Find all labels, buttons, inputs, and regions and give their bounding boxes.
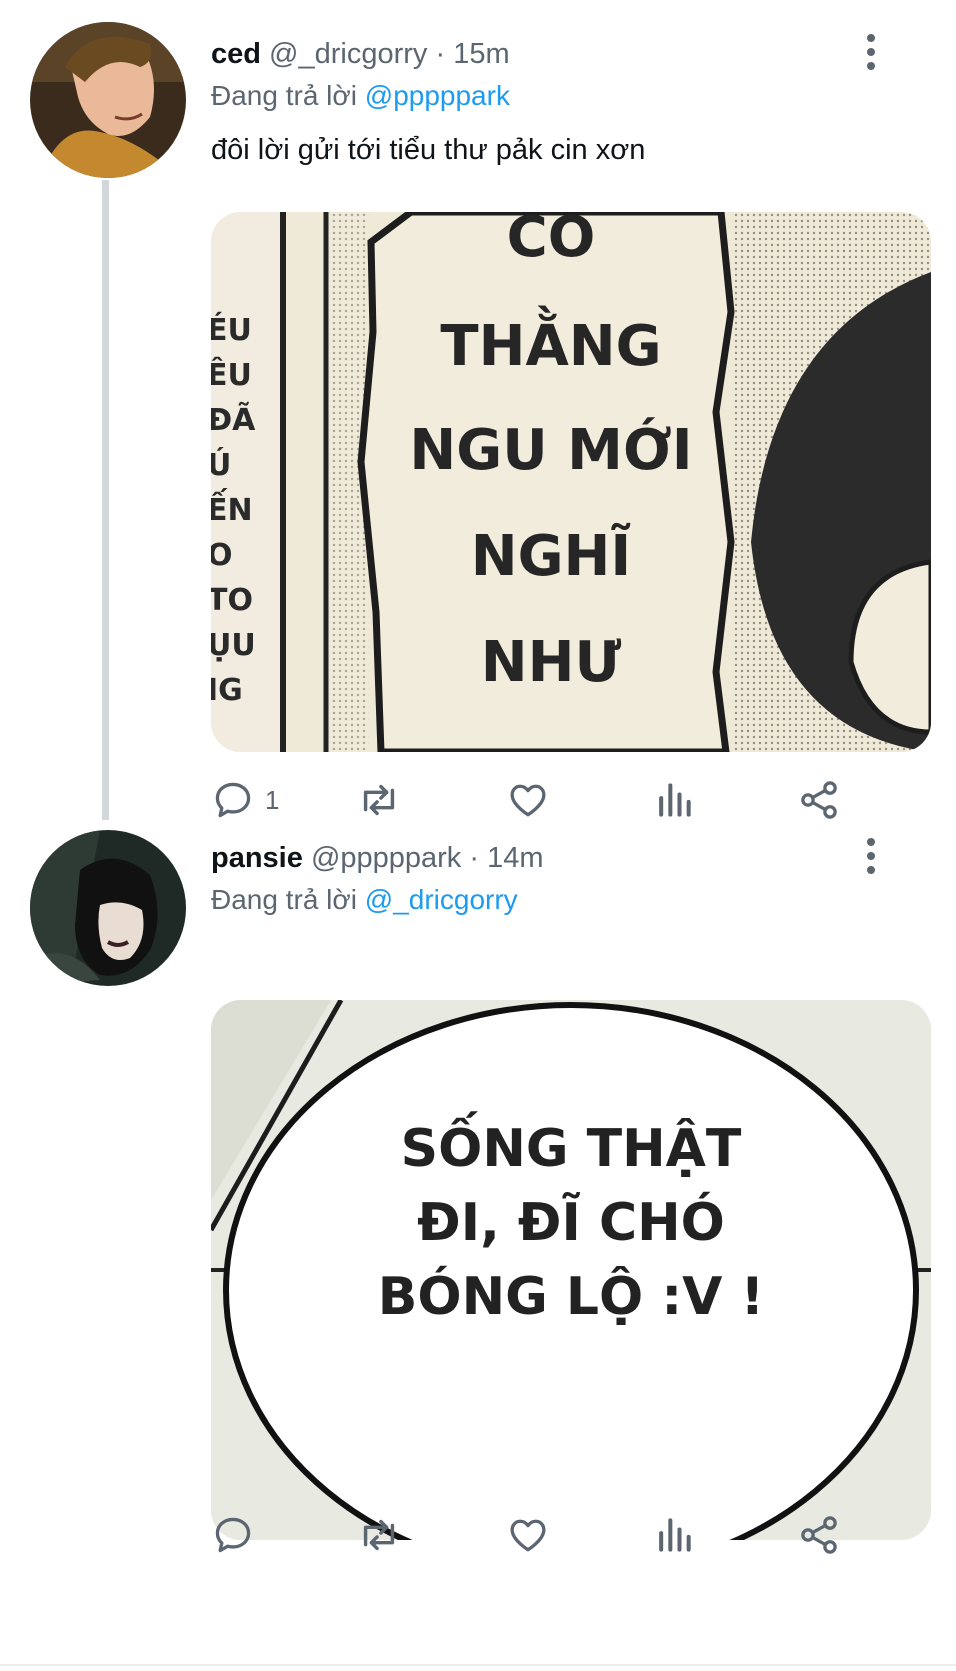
retweet-button[interactable] [356,775,402,825]
tweet-actions: 1 [211,775,901,825]
reply-icon [215,1517,251,1553]
like-button[interactable] [506,775,550,825]
caption-line: NGHĨ [470,524,632,589]
manga-side-text: ÉU ÊU ĐÃ Ú ẾN O TO ỤU IG [211,308,267,713]
bubble-line: SỐNG THẬT [400,1119,742,1179]
avatar-image [30,22,186,178]
avatar[interactable] [30,830,186,986]
tweet-media[interactable]: CO THẰNG NGU MỚI NGHĨ NHƯ ÉU ÊU ĐÃ Ú ẾN … [211,212,931,752]
heart-icon [510,784,546,817]
avatar-image [30,830,186,986]
user-handle[interactable]: @_dricgorry [269,38,427,70]
bubble-line: BÓNG LỘ :V ! [377,1267,765,1327]
replying-prefix: Đang trả lời [211,80,357,111]
retweet-button[interactable] [356,1510,402,1560]
manga-caption: CO THẰNG NGU MỚI NGHĨ NHƯ [381,212,721,752]
mention-link[interactable]: @pppppark [365,80,510,111]
side-line: TO [211,583,253,618]
share-button[interactable] [797,1510,841,1560]
tweet-text: đôi lời gửi tới tiểu thư pảk cin xơn [211,134,646,166]
reply-button[interactable]: 1 [211,775,279,825]
heart-icon [510,1519,546,1552]
reply-button[interactable] [211,1510,265,1560]
views-button[interactable] [654,1510,694,1560]
replying-to: Đang trả lời @_dricgorry [211,884,518,916]
timestamp[interactable]: 14m [487,842,543,874]
separator-dot: · [469,842,480,874]
side-line: ÉU [211,313,252,348]
share-button[interactable] [797,775,841,825]
reply-icon [215,782,251,818]
tweet-2[interactable]: pansie @pppppark · 14m Đang trả lời @_dr… [0,830,956,1665]
caption-line: NGU MỚI [409,418,693,483]
display-name[interactable]: ced [211,38,261,70]
tweet-actions [211,1510,901,1560]
side-line: O [211,538,233,573]
avatar[interactable] [30,22,186,178]
replying-to: Đang trả lời @pppppark [211,80,510,112]
display-name[interactable]: pansie [211,842,303,874]
share-icon [801,1516,837,1554]
reply-count: 1 [265,784,280,815]
tweet-header: pansie @pppppark · 14m [211,842,544,875]
side-line: ÊU [211,358,252,393]
caption-line: NHƯ [480,630,622,695]
retweet-icon [363,784,395,816]
tweet-header: ced @_dricgorry · 15m [211,38,510,71]
side-line: Ú [211,448,232,483]
caption-line: THẰNG [440,314,662,379]
analytics-icon [659,783,691,817]
replying-prefix: Đang trả lời [211,884,357,915]
timestamp[interactable]: 15m [453,38,509,70]
tweet-media[interactable]: SỐNG THẬT ĐI, ĐĨ CHÓ BÓNG LỘ :V ! [211,1000,931,1540]
side-line: ẾN [211,493,253,528]
side-line: ỤU [211,628,256,663]
speech-bubble-text: SỐNG THẬT ĐI, ĐĨ CHÓ BÓNG LỘ :V ! [211,1112,931,1334]
separator-dot: · [435,38,446,70]
bubble-line: ĐI, ĐĨ CHÓ [417,1193,725,1253]
like-button[interactable] [506,1510,550,1560]
more-vertical-icon[interactable] [864,838,878,878]
side-line: ĐÃ [211,403,256,438]
analytics-icon [659,1518,691,1552]
thread-line [102,180,109,820]
retweet-icon [363,1519,395,1551]
side-line: IG [211,673,243,708]
caption-line: CO [506,212,596,270]
share-icon [801,781,837,819]
user-handle[interactable]: @pppppark [311,842,461,874]
more-vertical-icon[interactable] [864,34,878,74]
views-button[interactable] [654,775,694,825]
mention-link[interactable]: @_dricgorry [365,884,518,915]
tweet-1[interactable]: ced @_dricgorry · 15m Đang trả lời @pppp… [0,0,956,820]
bottom-divider [0,1664,956,1666]
